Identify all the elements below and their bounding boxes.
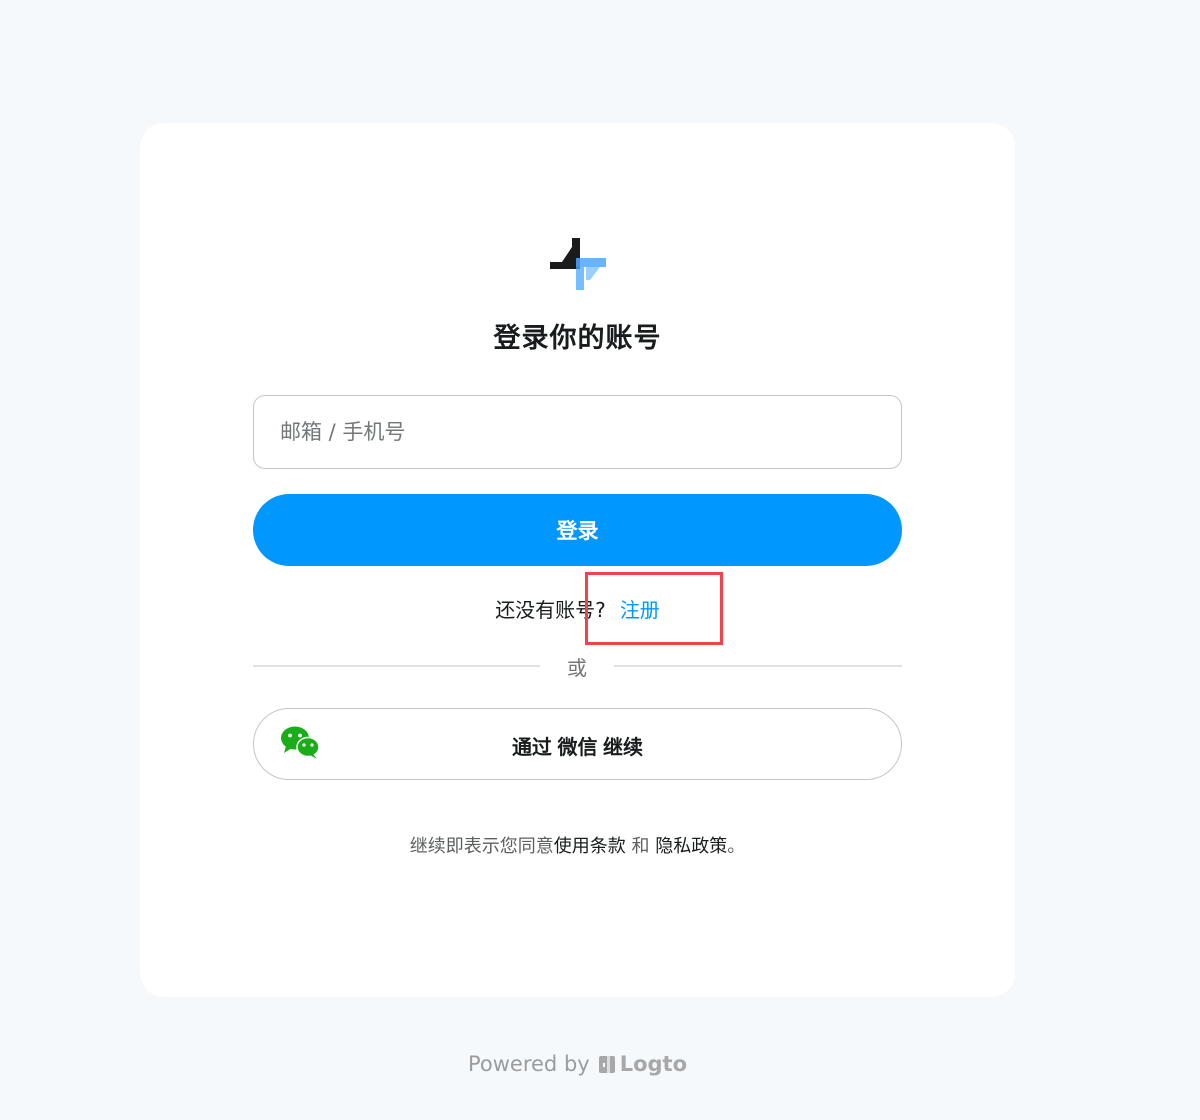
- divider-line-right: [614, 665, 902, 667]
- logto-brand[interactable]: Logto: [598, 1052, 687, 1076]
- divider-label: 或: [567, 656, 587, 680]
- register-prompt: 还没有账号?: [495, 598, 606, 622]
- identifier-input[interactable]: [253, 395, 902, 469]
- wechat-button-label: 通过 微信 继续: [511, 737, 644, 759]
- wechat-sign-in-button[interactable]: 通过 微信 继续: [253, 708, 902, 780]
- logto-logo-icon: [598, 1056, 615, 1073]
- terms-conjunction: 和: [631, 836, 650, 857]
- sign-in-button[interactable]: 登录: [253, 494, 902, 566]
- register-row: 还没有账号? 注册: [0, 594, 1155, 623]
- terms-prefix: 继续即表示您同意: [409, 836, 554, 857]
- register-link[interactable]: 注册: [620, 598, 660, 622]
- powered-by-label: Powered by: [467, 1052, 590, 1076]
- terms-of-use-link[interactable]: 使用条款: [554, 836, 626, 857]
- logto-brand-label: Logto: [619, 1052, 688, 1076]
- powered-by-footer: Powered by Logto: [0, 1052, 1155, 1076]
- terms-text: 继续即表示您同意使用条款 和 隐私政策。: [0, 832, 1155, 858]
- terms-suffix: 。: [727, 836, 746, 857]
- divider-line-left: [253, 665, 540, 667]
- app-logo: [550, 238, 606, 290]
- privacy-policy-link[interactable]: 隐私政策: [655, 836, 727, 857]
- page-title: 登录你的账号: [493, 323, 662, 354]
